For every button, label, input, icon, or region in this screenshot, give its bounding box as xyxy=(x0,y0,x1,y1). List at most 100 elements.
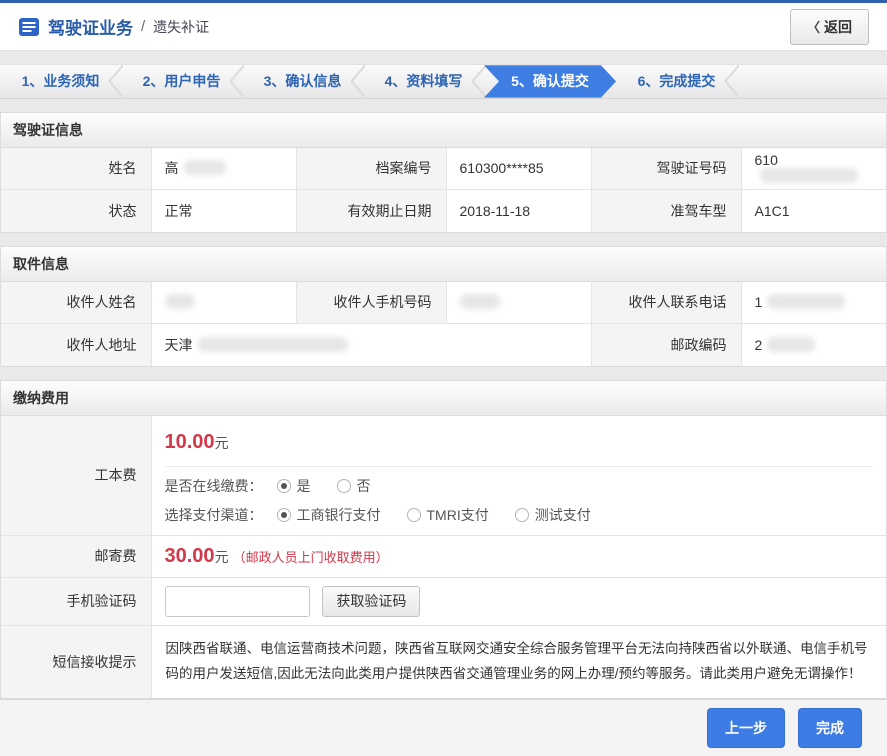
file-no-value: 610300****85 xyxy=(446,148,591,190)
payment-panel: 缴纳费用 工本费 10.00元 是否在线缴费： 是 否 选择支付渠道： 工商银行… xyxy=(0,380,887,699)
option-label: 否 xyxy=(357,476,371,496)
sms-code-label: 手机验证码 xyxy=(1,577,151,625)
radio-unselected-icon[interactable] xyxy=(337,479,351,493)
online-pay-option-yes[interactable]: 是 xyxy=(277,476,311,496)
page-subtitle: 遗失补证 xyxy=(153,17,209,37)
previous-step-button[interactable]: 上一步 xyxy=(707,708,785,748)
footer-action-bar: 上一步 完成 xyxy=(0,699,887,756)
back-button[interactable]: 〈 返回 xyxy=(790,9,869,45)
radio-selected-icon[interactable] xyxy=(277,479,291,493)
recipient-address-value: 天津 xyxy=(151,324,591,366)
page: 驾驶证业务 / 遗失补证 〈 返回 1、业务须知 2、用户申告 3、确认信息 4… xyxy=(0,0,887,756)
step-4-fill-data[interactable]: 4、资料填写 xyxy=(363,65,484,97)
pay-channel-label: 选择支付渠道： xyxy=(165,505,263,525)
redacted-value xyxy=(165,294,195,309)
recipient-mobile-label: 收件人手机号码 xyxy=(296,282,446,324)
file-no-label: 档案编号 xyxy=(296,148,446,190)
channel-option-tmri[interactable]: TMRI支付 xyxy=(407,505,489,525)
table-row: 工本费 10.00元 是否在线缴费： 是 否 选择支付渠道： 工商银行支付 TM… xyxy=(1,416,886,536)
back-arrow-icon: 〈 xyxy=(807,17,820,36)
step-wizard: 1、业务须知 2、用户申告 3、确认信息 4、资料填写 5、确认提交 6、完成提… xyxy=(0,64,887,98)
table-row: 收件人姓名 收件人手机号码 收件人联系电话 1 xyxy=(1,282,886,324)
online-pay-row: 是否在线缴费： 是 否 xyxy=(165,476,874,496)
online-pay-option-no[interactable]: 否 xyxy=(337,476,371,496)
payment-table: 工本费 10.00元 是否在线缴费： 是 否 选择支付渠道： 工商银行支付 TM… xyxy=(1,416,886,698)
redacted-value xyxy=(460,294,500,309)
license-info-title: 驾驶证信息 xyxy=(1,113,886,148)
option-label: 测试支付 xyxy=(535,505,591,525)
table-row: 短信接收提示 因陕西省联通、电信运营商技术问题，陕西省互联网交通安全综合服务管理… xyxy=(1,625,886,697)
postcode-label: 邮政编码 xyxy=(591,324,741,366)
currency-unit: 元 xyxy=(215,549,229,565)
production-fee-amount-row: 10.00元 xyxy=(165,418,874,467)
table-row: 手机验证码 获取验证码 xyxy=(1,577,886,625)
option-label: TMRI支付 xyxy=(427,505,489,525)
status-value: 正常 xyxy=(151,190,296,232)
production-fee-amount: 10.00 xyxy=(165,431,215,453)
pickup-info-panel: 取件信息 收件人姓名 收件人手机号码 收件人联系电话 1 收件人地址 天津 邮政… xyxy=(0,246,887,367)
license-info-table: 姓名 高 档案编号 610300****85 驾驶证号码 610 状态 正常 有… xyxy=(1,148,886,232)
step-label: 6、完成提交 xyxy=(638,71,716,91)
vehicle-class-value: A1C1 xyxy=(741,190,886,232)
payment-title: 缴纳费用 xyxy=(1,381,886,416)
redacted-value xyxy=(184,160,226,175)
pickup-info-table: 收件人姓名 收件人手机号码 收件人联系电话 1 收件人地址 天津 邮政编码 2 xyxy=(1,282,886,366)
sms-tip-label: 短信接收提示 xyxy=(1,625,151,697)
breadcrumb: 驾驶证业务 / 遗失补证 xyxy=(18,14,209,39)
step-label: 5、确认提交 xyxy=(511,71,589,91)
recipient-name-label: 收件人姓名 xyxy=(1,282,151,324)
table-row: 姓名 高 档案编号 610300****85 驾驶证号码 610 xyxy=(1,148,886,190)
sms-tip-text: 因陕西省联通、电信运营商技术问题，陕西省互联网交通安全综合服务管理平台无法向持陕… xyxy=(151,625,886,697)
option-label: 工商银行支付 xyxy=(297,505,381,525)
get-sms-code-button[interactable]: 获取验证码 xyxy=(322,586,420,617)
step-2-user-declaration[interactable]: 2、用户申告 xyxy=(121,65,242,97)
step-6-complete-submit[interactable]: 6、完成提交 xyxy=(616,65,737,97)
step-label: 4、资料填写 xyxy=(385,71,463,91)
redacted-value xyxy=(767,294,845,309)
table-row: 收件人地址 天津 邮政编码 2 xyxy=(1,324,886,366)
radio-unselected-icon[interactable] xyxy=(515,508,529,522)
license-no-value: 610 xyxy=(741,148,886,190)
name-label: 姓名 xyxy=(1,148,151,190)
postage-amount: 30.00 xyxy=(165,545,215,567)
postcode-value: 2 xyxy=(741,324,886,366)
finish-button[interactable]: 完成 xyxy=(798,708,862,748)
recipient-phone-value: 1 xyxy=(741,282,886,324)
online-pay-label: 是否在线缴费： xyxy=(165,476,263,496)
expiry-label: 有效期止日期 xyxy=(296,190,446,232)
radio-unselected-icon[interactable] xyxy=(407,508,421,522)
step-3-confirm-info[interactable]: 3、确认信息 xyxy=(242,65,363,97)
table-row: 状态 正常 有效期止日期 2018-11-18 准驾车型 A1C1 xyxy=(1,190,886,232)
name-value: 高 xyxy=(151,148,296,190)
pay-channel-row: 选择支付渠道： 工商银行支付 TMRI支付 测试支付 xyxy=(165,505,874,525)
step-label: 1、业务须知 xyxy=(22,71,100,91)
sms-code-input[interactable] xyxy=(165,586,310,617)
vehicle-class-label: 准驾车型 xyxy=(591,190,741,232)
option-label: 是 xyxy=(297,476,311,496)
license-no-label: 驾驶证号码 xyxy=(591,148,741,190)
status-label: 状态 xyxy=(1,190,151,232)
recipient-mobile-value xyxy=(446,282,591,324)
expiry-value: 2018-11-18 xyxy=(446,190,591,232)
channel-option-icbc[interactable]: 工商银行支付 xyxy=(277,505,381,525)
page-title: 驾驶证业务 xyxy=(48,14,133,39)
redacted-value xyxy=(760,168,858,183)
postage-note: （邮政人员上门收取费用） xyxy=(233,550,389,565)
step-label: 3、确认信息 xyxy=(264,71,342,91)
back-button-label: 返回 xyxy=(824,17,852,37)
channel-option-test[interactable]: 测试支付 xyxy=(515,505,591,525)
production-fee-label: 工本费 xyxy=(1,416,151,536)
recipient-address-label: 收件人地址 xyxy=(1,324,151,366)
pickup-info-title: 取件信息 xyxy=(1,247,886,282)
table-row: 邮寄费 30.00元（邮政人员上门收取费用） xyxy=(1,535,886,577)
redacted-value xyxy=(198,337,348,352)
postage-fee-value: 30.00元 （邮政人员上门收取费用） xyxy=(151,535,886,577)
redacted-value xyxy=(767,337,815,352)
breadcrumb-separator: / xyxy=(141,18,145,35)
currency-unit: 元 xyxy=(215,435,229,451)
radio-selected-icon[interactable] xyxy=(277,508,291,522)
license-service-icon xyxy=(18,16,40,38)
step-5-confirm-submit-active[interactable]: 5、确认提交 xyxy=(484,65,616,97)
top-bar: 驾驶证业务 / 遗失补证 〈 返回 xyxy=(0,0,887,51)
step-1-business-notice[interactable]: 1、业务须知 xyxy=(0,65,121,97)
